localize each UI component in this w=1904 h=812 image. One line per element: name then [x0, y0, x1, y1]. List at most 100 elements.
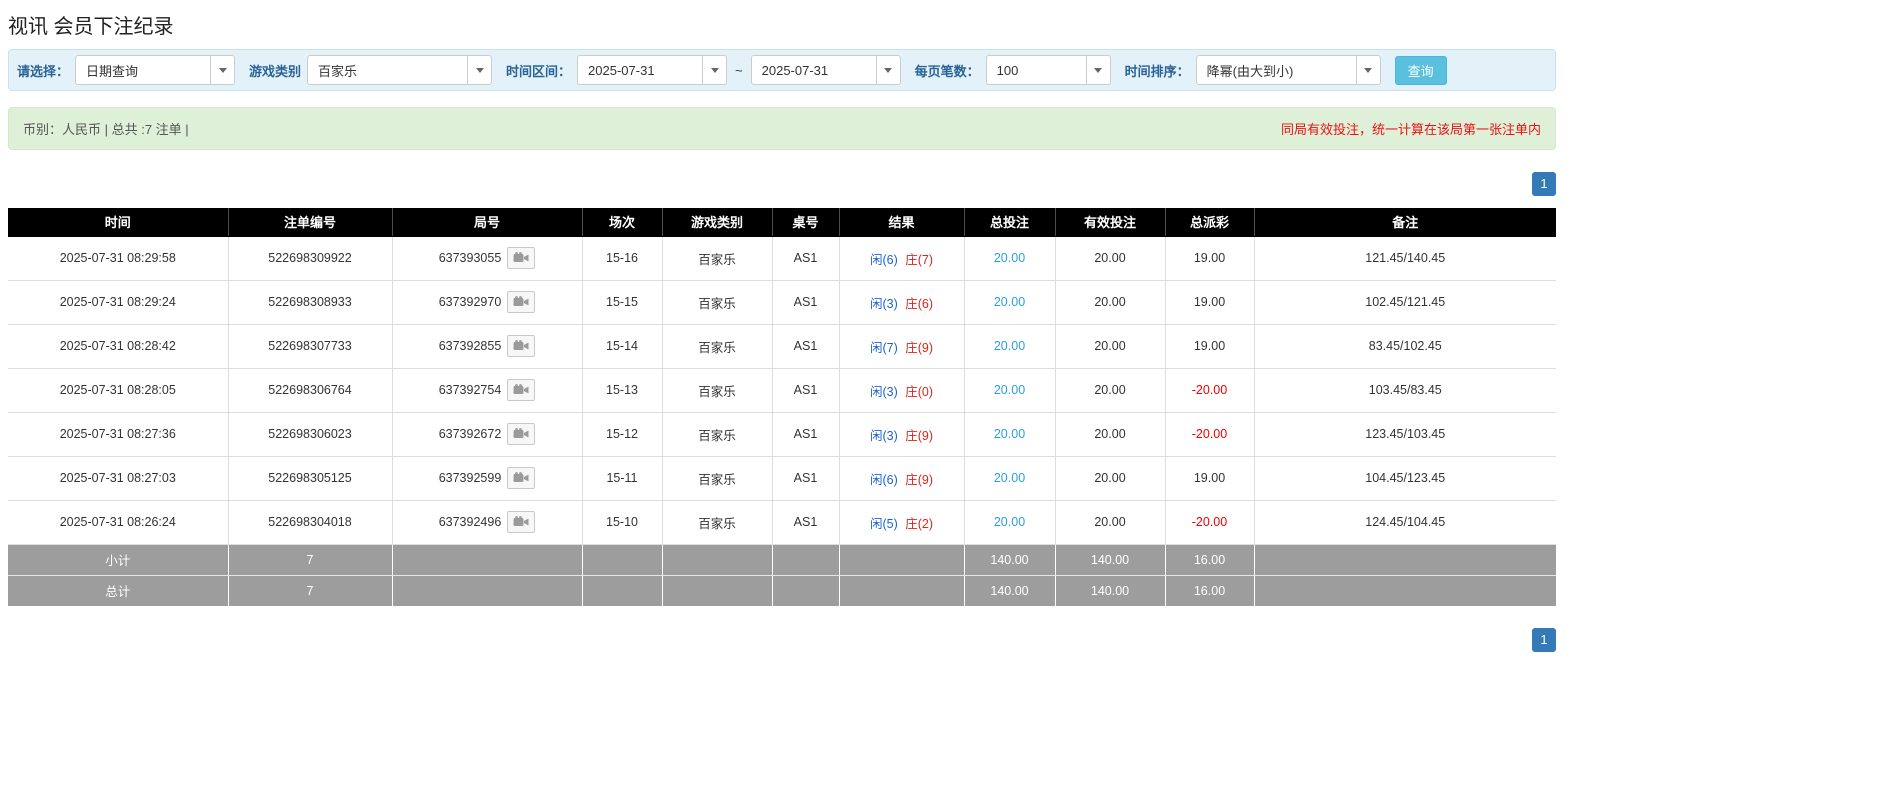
page-title: 视讯 会员下注纪录 [8, 16, 174, 38]
date-mode-select[interactable]: 日期查询 [75, 55, 236, 85]
chevron-down-icon[interactable] [467, 56, 491, 84]
cell-round-id: 637392754 [391, 367, 583, 413]
page-1-button[interactable]: 1 [1532, 172, 1556, 196]
video-camera-icon [513, 252, 529, 262]
video-replay-button[interactable] [507, 423, 536, 445]
table-row: 2025-07-31 08:27:03 522698305125 6373925… [8, 455, 1556, 501]
total-bet-link[interactable]: 20.00 [994, 471, 1025, 485]
cell-result: 闲(3) 庄(0) [838, 367, 965, 413]
total-bet-link[interactable]: 20.00 [994, 515, 1025, 529]
table-row: 2025-07-31 08:27:36 522698306023 6373926… [8, 411, 1556, 457]
cell-payout: -20.00 [1164, 499, 1255, 545]
table-row: 2025-07-31 08:26:24 522698304018 6373924… [8, 499, 1556, 545]
cell-total-bet: 20.00 [963, 411, 1056, 457]
subtotal-payout: 16.00 [1164, 543, 1255, 576]
total-bet-link[interactable]: 20.00 [994, 383, 1025, 397]
total-bet-link[interactable]: 20.00 [994, 339, 1025, 353]
round-id-text: 637392672 [438, 427, 502, 441]
chevron-down-icon[interactable] [1085, 56, 1110, 84]
header-payout: 总派彩 [1165, 208, 1255, 237]
cell-valid-bet: 20.00 [1054, 367, 1166, 413]
cell-payout: 19.00 [1164, 235, 1255, 281]
date-from-select[interactable]: 2025-07-31 [577, 55, 728, 85]
cell-note: 121.45/140.45 [1253, 235, 1556, 281]
table-row: 2025-07-31 08:28:05 522698306764 6373927… [8, 367, 1556, 413]
page-content: 视讯 会员下注纪录 请选择： 日期查询 游戏类别 百家乐 时间区间： 2025-… [8, 0, 1556, 652]
subtotal-valid-bet: 140.00 [1054, 543, 1166, 576]
date-to-value: 2025-07-31 [761, 62, 829, 78]
pagination-bottom: 1 [8, 628, 1556, 652]
total-bet-link[interactable]: 20.00 [994, 427, 1025, 441]
total-payout: 16.00 [1164, 574, 1255, 606]
table-row: 2025-07-31 08:29:24 522698308933 6373929… [8, 279, 1556, 325]
time-sort-value: 降幂(由大到小) [1206, 63, 1294, 79]
time-sort-label: 时间排序： [1124, 63, 1190, 79]
cell-game-type: 百家乐 [661, 235, 773, 281]
cell-game-type: 百家乐 [661, 455, 773, 501]
cell-valid-bet: 20.00 [1054, 411, 1166, 457]
total-valid-bet: 140.00 [1054, 574, 1166, 606]
cell-table-no: AS1 [771, 411, 840, 457]
cell-payout: 19.00 [1164, 279, 1255, 325]
page-size-select[interactable]: 100 [985, 55, 1111, 85]
date-from-value: 2025-07-31 [588, 62, 655, 78]
total-row: 总计 7 140.00 140.00 16.00 [8, 574, 1556, 606]
video-replay-button[interactable] [507, 511, 536, 533]
cell-bet-id: 522698304018 [227, 499, 393, 545]
result-player: 闲(3) [869, 296, 898, 311]
chevron-down-icon[interactable] [1355, 56, 1380, 84]
cell-bet-id: 522698306023 [227, 411, 393, 457]
cell-game-type: 百家乐 [661, 279, 773, 325]
header-result: 结果 [839, 208, 965, 237]
cell-session: 15-13 [581, 367, 663, 413]
cell-session: 15-12 [581, 411, 663, 457]
cell-session: 15-10 [581, 499, 663, 545]
result-player: 闲(3) [869, 384, 898, 399]
cell-time: 2025-07-31 08:29:24 [8, 279, 229, 325]
cell-result: 闲(7) 庄(9) [838, 323, 965, 369]
total-bet-link[interactable]: 20.00 [994, 295, 1025, 309]
video-replay-button[interactable] [507, 247, 536, 269]
subtotal-label: 小计 [8, 543, 229, 576]
cell-payout: 19.00 [1164, 323, 1255, 369]
game-type-select[interactable]: 百家乐 [307, 55, 493, 85]
table-row: 2025-07-31 08:29:58 522698309922 6373930… [8, 235, 1556, 281]
search-button[interactable]: 查询 [1394, 55, 1447, 85]
cell-time: 2025-07-31 08:28:42 [8, 323, 229, 369]
summary-warning-text: 同局有效投注，统一计算在该局第一张注单内 [1280, 122, 1541, 137]
header-note: 备注 [1254, 208, 1556, 237]
cell-round-id: 637392496 [391, 499, 583, 545]
chevron-down-icon[interactable] [875, 56, 900, 84]
video-camera-icon [513, 340, 529, 350]
chevron-down-icon[interactable] [702, 56, 726, 84]
total-bet-link[interactable]: 20.00 [994, 251, 1025, 265]
total-label: 总计 [8, 574, 229, 606]
round-id-text: 637392754 [438, 383, 502, 397]
round-id-text: 637392855 [438, 339, 502, 353]
cell-valid-bet: 20.00 [1054, 279, 1166, 325]
time-sort-select[interactable]: 降幂(由大到小) [1195, 55, 1381, 85]
video-replay-button[interactable] [507, 379, 536, 401]
result-player: 闲(7) [869, 340, 898, 355]
date-to-select[interactable]: 2025-07-31 [750, 55, 901, 85]
video-replay-button[interactable] [507, 291, 536, 313]
video-replay-button[interactable] [507, 467, 536, 489]
cell-payout: 19.00 [1164, 455, 1255, 501]
chevron-down-icon[interactable] [210, 56, 234, 84]
cell-game-type: 百家乐 [661, 367, 773, 413]
subtotal-total-bet: 140.00 [963, 543, 1056, 576]
cell-round-id: 637392672 [391, 411, 583, 457]
filter-bar: 请选择： 日期查询 游戏类别 百家乐 时间区间： 2025-07-31 ~ 20… [8, 49, 1556, 91]
video-camera-icon [513, 384, 529, 394]
video-replay-button[interactable] [507, 335, 536, 357]
cell-result: 闲(3) 庄(6) [838, 279, 965, 325]
header-total-bet: 总投注 [964, 208, 1056, 237]
page-1-button[interactable]: 1 [1532, 628, 1556, 652]
game-type-label: 游戏类别 [249, 63, 302, 79]
cell-total-bet: 20.00 [963, 279, 1056, 325]
header-session: 场次 [582, 208, 663, 237]
cell-bet-id: 522698309922 [227, 235, 393, 281]
select-mode-label: 请选择： [17, 63, 70, 79]
cell-time: 2025-07-31 08:29:58 [8, 235, 229, 281]
subtotal-row: 小计 7 140.00 140.00 16.00 [8, 543, 1556, 576]
